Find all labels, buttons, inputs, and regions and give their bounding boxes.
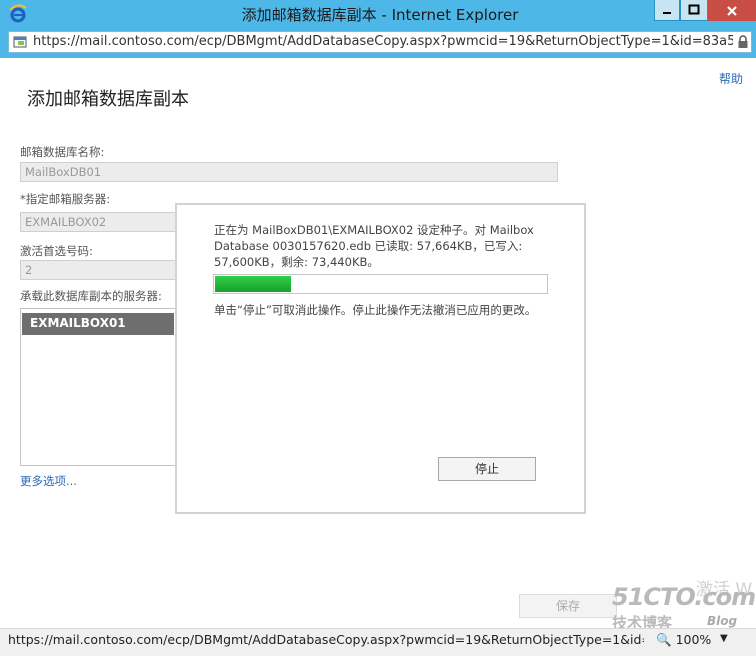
save-button[interactable]: 保存 — [519, 594, 617, 618]
hosting-servers-list[interactable]: EXMAILBOX01 — [20, 308, 176, 466]
progress-bar — [213, 274, 548, 294]
hosting-servers-label: 承载此数据库副本的服务器: — [20, 289, 162, 303]
address-bar: https://mail.contoso.com/ecp/DBMgmt/AddD… — [0, 28, 756, 58]
window-title: 添加邮箱数据库副本 - Internet Explorer — [241, 6, 519, 24]
minimize-button[interactable] — [654, 0, 680, 21]
internet-explorer-icon — [9, 4, 27, 23]
seeding-progress-dialog: 正在为 MailBoxDB01\EXMAILBOX02 设定种子。对 Mailb… — [175, 203, 586, 514]
stop-button[interactable]: 停止 — [438, 457, 536, 481]
minimize-icon — [663, 12, 671, 14]
page-title: 添加邮箱数据库副本 — [27, 89, 189, 110]
server-field[interactable]: EXMAILBOX02 — [20, 212, 180, 232]
activation-label: 激活首选号码: — [20, 244, 93, 258]
zoom-value: 100% — [675, 632, 712, 647]
stop-note: 单击“停止”可取消此操作。停止此操作无法撤消已应用的更改。 — [214, 303, 537, 317]
zoom-dropdown-icon[interactable]: ▼ — [720, 633, 728, 644]
progress-fill — [215, 276, 291, 292]
list-item[interactable]: EXMAILBOX01 — [22, 313, 174, 335]
zoom-icon: 🔍 — [656, 632, 672, 647]
close-icon — [727, 5, 737, 16]
db-name-label: 邮箱数据库名称: — [20, 145, 105, 159]
status-bar: https://mail.contoso.com/ecp/DBMgmt/AddD… — [0, 628, 756, 656]
title-bar: 添加邮箱数据库副本 - Internet Explorer — [0, 0, 756, 28]
maximize-button[interactable] — [680, 0, 708, 21]
more-options-link[interactable]: 更多选项... — [20, 473, 77, 489]
url-text: https://mail.contoso.com/ecp/DBMgmt/AddD… — [33, 34, 733, 49]
activation-field[interactable]: 2 — [20, 260, 180, 280]
page-icon — [13, 36, 27, 48]
server-label: *指定邮箱服务器: — [20, 192, 111, 206]
progress-message: 正在为 MailBoxDB01\EXMAILBOX02 设定种子。对 Mailb… — [214, 223, 534, 269]
url-field[interactable]: https://mail.contoso.com/ecp/DBMgmt/AddD… — [8, 31, 752, 53]
status-url: https://mail.contoso.com/ecp/DBMgmt/AddD… — [8, 632, 644, 647]
maximize-icon — [688, 4, 700, 15]
lock-icon[interactable] — [737, 35, 749, 49]
zoom-level[interactable]: 🔍 100% — [656, 632, 711, 648]
help-link[interactable]: 帮助 — [719, 70, 743, 87]
site-watermark-logo: 51CTO.com — [612, 583, 756, 611]
site-watermark-blog: Blog — [707, 614, 738, 628]
close-button[interactable] — [708, 0, 756, 21]
db-name-field[interactable]: MailBoxDB01 — [20, 162, 558, 182]
